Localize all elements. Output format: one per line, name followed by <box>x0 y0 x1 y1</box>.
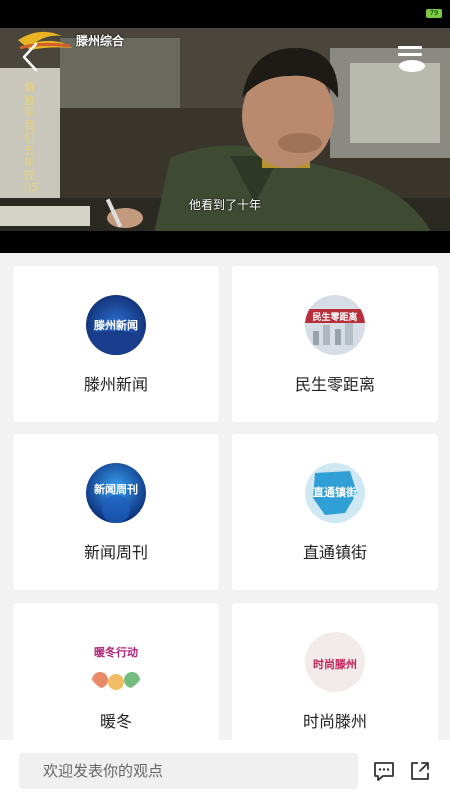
program-thumbnail-text: 时尚滕州 <box>313 657 357 671</box>
channel-name: 滕州综合 <box>76 34 125 48</box>
program-card[interactable]: 民生零距离 民生零距离 <box>232 266 438 422</box>
status-bar: 79 <box>0 0 450 28</box>
comment-bar <box>0 740 450 800</box>
video-player[interactable]: 滕州综合 解放军我们五年轻05 他看到了十年 <box>0 28 450 253</box>
chevron-left-icon <box>22 42 38 72</box>
program-thumbnail: 暖冬行动 <box>86 632 146 692</box>
share-button[interactable] <box>408 759 432 783</box>
battery-icon: 79 <box>426 9 442 18</box>
program-label: 直通镇街 <box>302 543 367 562</box>
program-thumbnail-text: 新闻周刊 <box>94 482 138 496</box>
program-label: 民生零距离 <box>294 375 375 394</box>
program-thumbnail-text: 滕州新闻 <box>94 318 138 332</box>
playlist-menu-button[interactable] <box>394 42 428 76</box>
program-card[interactable]: 暖冬行动 暖冬 <box>13 603 219 759</box>
program-card[interactable]: 时尚滕州 时尚滕州 <box>232 603 438 759</box>
program-label: 时尚滕州 <box>302 712 367 731</box>
program-thumbnail-graphic: 时尚滕州 <box>305 632 365 692</box>
program-label: 滕州新闻 <box>83 375 148 394</box>
program-thumbnail-text: 直通镇街 <box>313 485 357 499</box>
program-thumbnail: 时尚滕州 <box>305 632 365 692</box>
program-label: 新闻周刊 <box>83 543 148 562</box>
program-thumbnail: 民生零距离 <box>305 295 365 355</box>
vertical-caption: 解放军我们五年轻05 <box>24 81 38 194</box>
program-thumbnail-graphic: 民生零距离 <box>305 295 365 355</box>
playlist-menu-icon <box>398 46 425 72</box>
video-subtitle: 他看到了十年 <box>188 198 261 212</box>
back-button[interactable] <box>16 40 46 74</box>
share-icon <box>411 762 429 780</box>
program-label: 暖冬 <box>99 712 132 731</box>
program-thumbnail-text: 民生零距离 <box>312 311 357 323</box>
program-thumbnail: 滕州新闻 <box>86 295 146 355</box>
program-thumbnail: 新闻周刊 <box>86 463 146 523</box>
program-thumbnail-graphic: 直通镇街 <box>305 463 365 523</box>
program-thumbnail-graphic: 暖冬行动 <box>86 632 146 692</box>
program-thumbnail-graphic: 新闻周刊 <box>86 463 146 523</box>
program-thumbnail-graphic: 滕州新闻 <box>86 295 146 355</box>
comment-icon <box>374 762 394 781</box>
comment-input[interactable] <box>19 753 358 789</box>
comment-button[interactable] <box>372 759 396 783</box>
program-card[interactable]: 直通镇街 直通镇街 <box>232 434 438 590</box>
program-card[interactable]: 滕州新闻 滕州新闻 <box>13 266 219 422</box>
program-thumbnail: 直通镇街 <box>305 463 365 523</box>
program-thumbnail-text: 暖冬行动 <box>94 645 138 659</box>
program-card[interactable]: 新闻周刊 新闻周刊 <box>13 434 219 590</box>
video-frame <box>0 28 450 253</box>
